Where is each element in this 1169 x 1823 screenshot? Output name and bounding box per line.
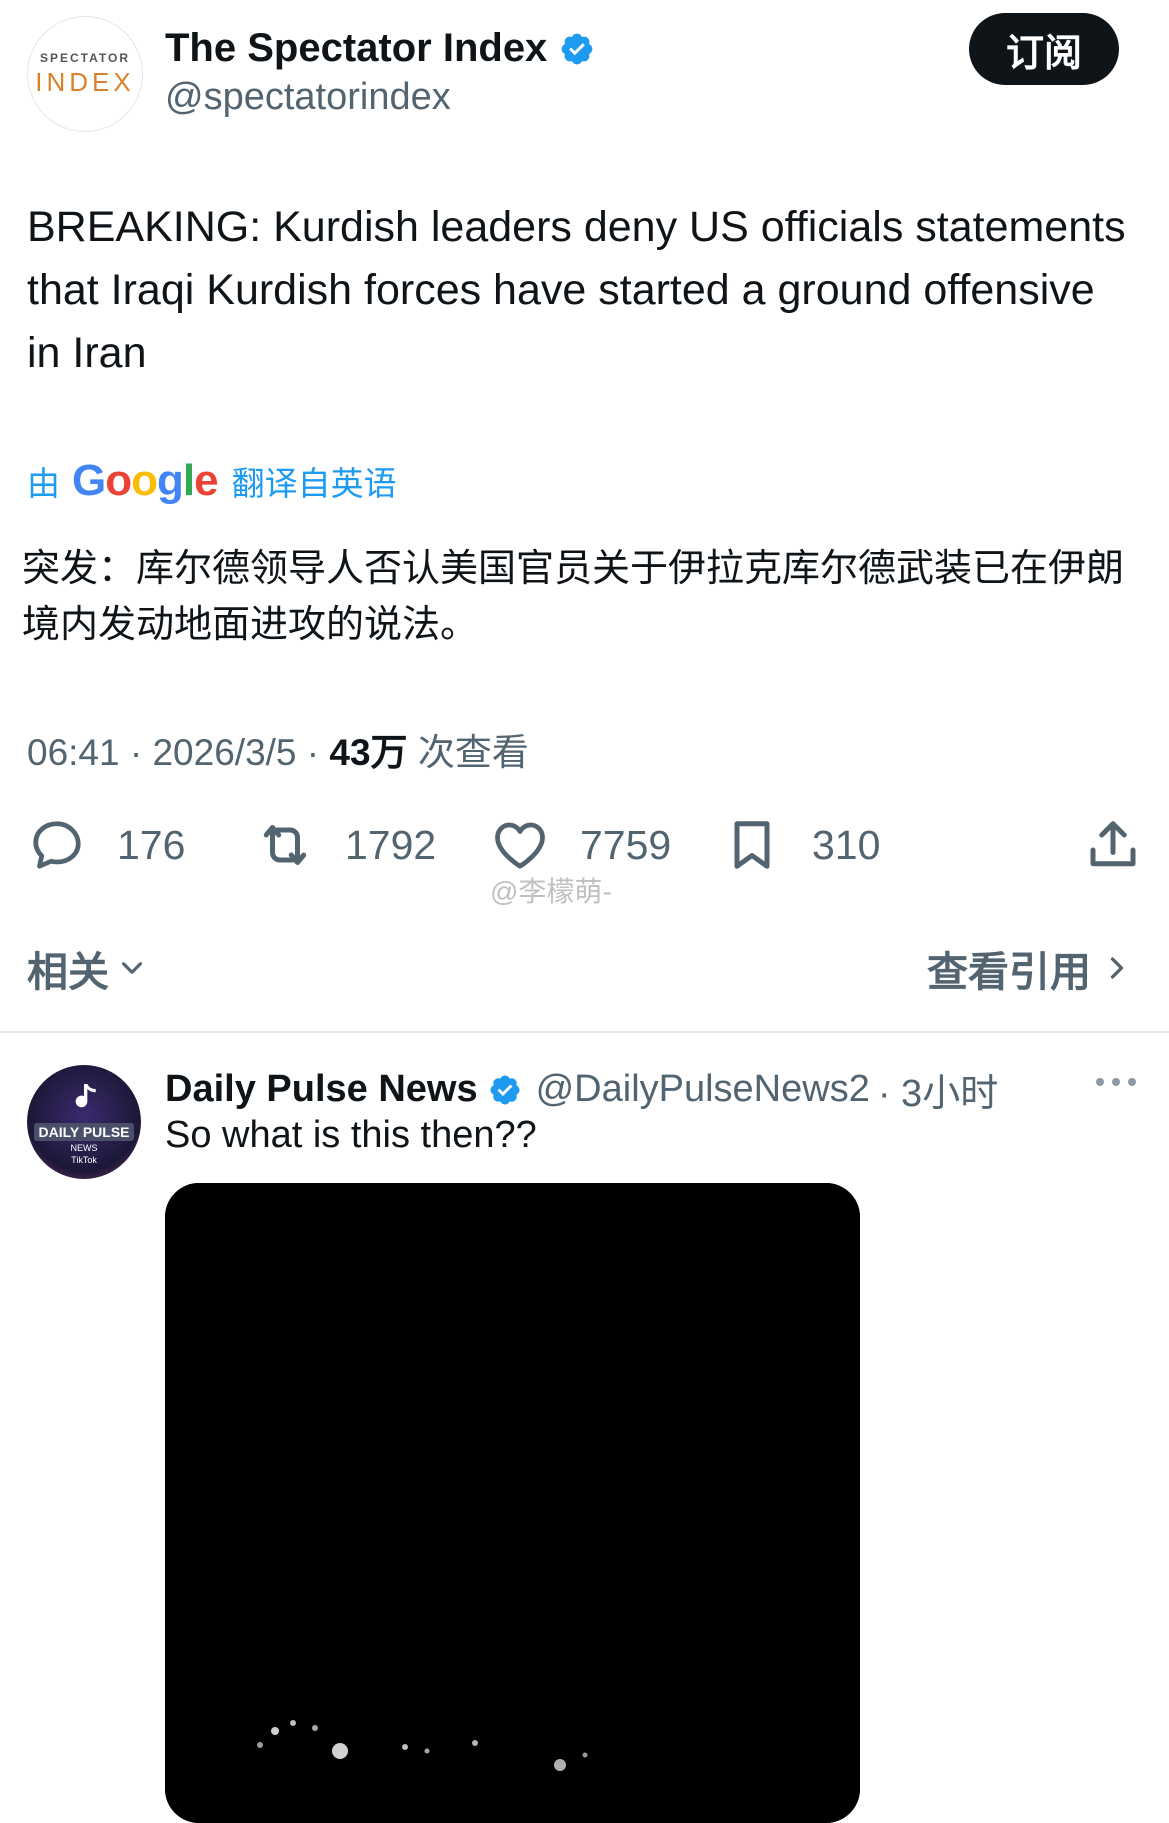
view-count: 43万 <box>329 732 408 773</box>
subscribe-button[interactable]: 订阅 <box>969 13 1119 85</box>
bookmark-button[interactable]: 310 <box>722 810 880 880</box>
reply-avatar-sub2: TikTok <box>71 1155 97 1165</box>
repost-button[interactable]: 1792 <box>255 810 436 880</box>
tweet-text: BREAKING: Kurdish leaders deny US offici… <box>27 203 1126 377</box>
reply-avatar-subtext: NEWS <box>70 1143 98 1153</box>
reply-time: · 3小时 <box>877 1073 999 1115</box>
reply-author-name[interactable]: Daily Pulse News <box>165 1068 478 1111</box>
more-options-icon[interactable] <box>1094 1070 1138 1094</box>
related-label: 相关 <box>27 949 109 995</box>
author-handle[interactable]: @spectatorindex <box>165 76 451 119</box>
verified-badge-icon <box>490 1074 520 1105</box>
bookmark-count: 310 <box>812 821 881 868</box>
view-quotes-label: 查看引用 <box>927 949 1091 995</box>
translation-prefix: 由 <box>27 465 60 502</box>
view-label: 次查看 <box>417 732 529 773</box>
chevron-right-icon <box>1110 957 1124 979</box>
reply-avatar[interactable]: DAILY PULSE NEWS TikTok <box>27 1065 141 1179</box>
view-quotes-link[interactable]: 查看引用 <box>927 938 1135 998</box>
tweet-meta: 06:41 · 2026/3/5 · 43万 次查看 <box>27 732 529 773</box>
reply-text: So what is this then?? <box>165 1114 537 1156</box>
reply-count: 176 <box>117 821 186 868</box>
tweet-time: 06:41 <box>27 732 120 773</box>
tweet-date: 2026/3/5 <box>152 732 297 773</box>
google-logo: Google <box>72 456 219 505</box>
avatar-text-bottom: INDEX <box>35 66 135 97</box>
chevron-down-icon <box>121 962 143 974</box>
repost-count: 1792 <box>345 821 437 868</box>
section-divider <box>0 1031 1169 1033</box>
reply-button[interactable]: 176 <box>27 810 185 880</box>
reply-header[interactable]: Daily Pulse News @DailyPulseNews2 · 3小时 <box>165 1062 998 1117</box>
like-count: 7759 <box>580 821 672 868</box>
reply-author-handle[interactable]: @DailyPulseNews2 <box>536 1068 870 1111</box>
author-avatar[interactable]: SPECTATOR INDEX <box>27 16 143 132</box>
watermark: @李檬萌- <box>490 876 612 907</box>
author-name[interactable]: The Spectator Index <box>165 26 595 71</box>
bookmark-icon <box>734 821 770 869</box>
avatar-text-top: SPECTATOR <box>39 50 130 65</box>
music-note-icon <box>75 1084 96 1108</box>
reply-icon <box>33 821 81 869</box>
night-lights-image <box>165 1183 860 1823</box>
author-name-text: The Spectator Index <box>165 26 548 70</box>
translation-suffix: 翻译自英语 <box>231 465 397 502</box>
reply-avatar-text: DAILY PULSE <box>34 1123 134 1141</box>
translated-text: 突发：库尔德领导人否认美国官员关于伊拉克库尔德武装已在伊朗境内发动地面进攻的说法… <box>22 548 1125 646</box>
repost-icon <box>263 825 307 865</box>
verified-badge-icon <box>561 33 593 64</box>
related-toggle[interactable]: 相关 <box>27 938 149 998</box>
heart-icon <box>495 822 545 869</box>
translation-attribution[interactable]: 由 Google 翻译自英语 <box>27 456 397 506</box>
share-icon <box>1090 821 1136 867</box>
share-button[interactable] <box>1083 810 1143 880</box>
reply-media[interactable] <box>165 1183 860 1823</box>
